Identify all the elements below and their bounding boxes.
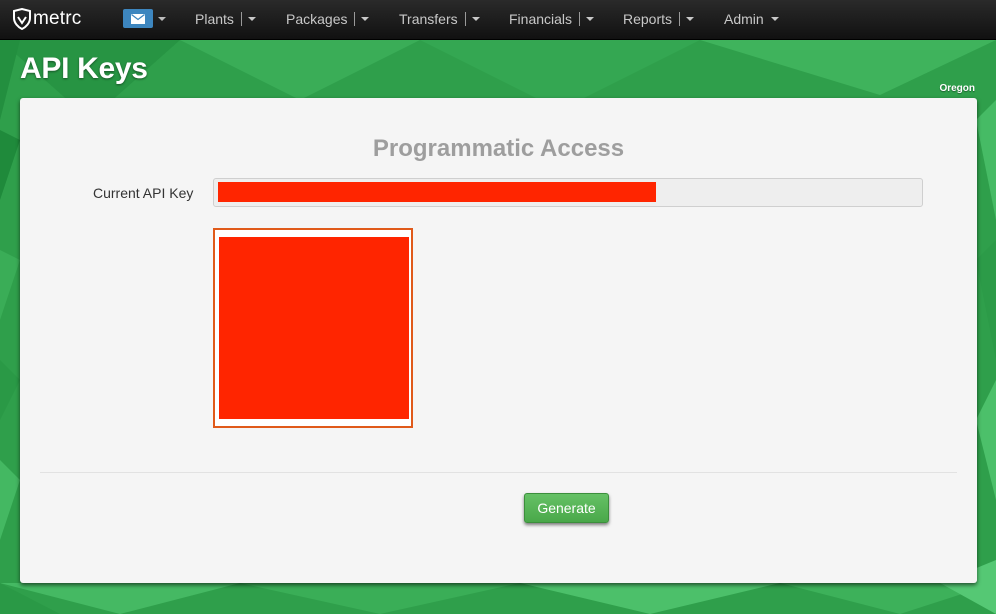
nav-separator	[679, 12, 681, 26]
chevron-down-icon[interactable]	[361, 17, 370, 21]
nav-transfers-label: Transfers	[399, 11, 458, 27]
messages-button[interactable]	[123, 9, 153, 28]
qr-code-frame	[213, 228, 413, 428]
chevron-down-icon[interactable]	[586, 17, 595, 21]
qr-code-redaction	[219, 237, 409, 419]
state-label: Oregon	[939, 83, 975, 94]
nav-separator	[579, 12, 581, 26]
page-title: API Keys	[20, 52, 148, 85]
nav-plants[interactable]: Plants	[195, 11, 256, 27]
messages-dropdown-caret[interactable]	[158, 17, 166, 21]
logo[interactable]: metrc	[12, 7, 82, 31]
nav-admin-label: Admin	[724, 11, 764, 27]
api-keys-panel: Programmatic Access Current API Key Gene…	[20, 98, 977, 583]
nav-packages-label: Packages	[286, 11, 348, 27]
nav-reports-label: Reports	[623, 11, 673, 27]
current-api-key-field[interactable]	[213, 178, 923, 207]
nav-reports[interactable]: Reports	[623, 11, 695, 27]
logo-text: metrc	[33, 8, 82, 29]
nav-separator	[354, 12, 356, 26]
nav-separator	[240, 12, 242, 26]
chevron-down-icon[interactable]	[471, 17, 480, 21]
nav-packages[interactable]: Packages	[286, 11, 370, 27]
panel-heading: Programmatic Access	[372, 135, 625, 162]
top-navbar: metrc Plants Packages Transfers Financia…	[0, 0, 996, 40]
envelope-icon	[131, 13, 145, 24]
chevron-down-icon[interactable]	[247, 17, 256, 21]
divider	[40, 472, 957, 473]
nav-transfers[interactable]: Transfers	[399, 11, 480, 27]
nav-financials-label: Financials	[509, 11, 573, 27]
current-api-key-label: Current API Key	[93, 185, 194, 201]
chevron-down-icon[interactable]	[686, 17, 695, 21]
nav-separator	[464, 12, 466, 26]
nav-financials[interactable]: Financials	[509, 11, 595, 27]
api-key-redaction	[218, 182, 656, 202]
shield-logo-icon	[13, 8, 31, 30]
chevron-down-icon[interactable]	[770, 17, 779, 21]
generate-button[interactable]: Generate	[524, 493, 609, 523]
nav-plants-label: Plants	[195, 11, 234, 27]
nav-admin[interactable]: Admin	[724, 11, 779, 27]
